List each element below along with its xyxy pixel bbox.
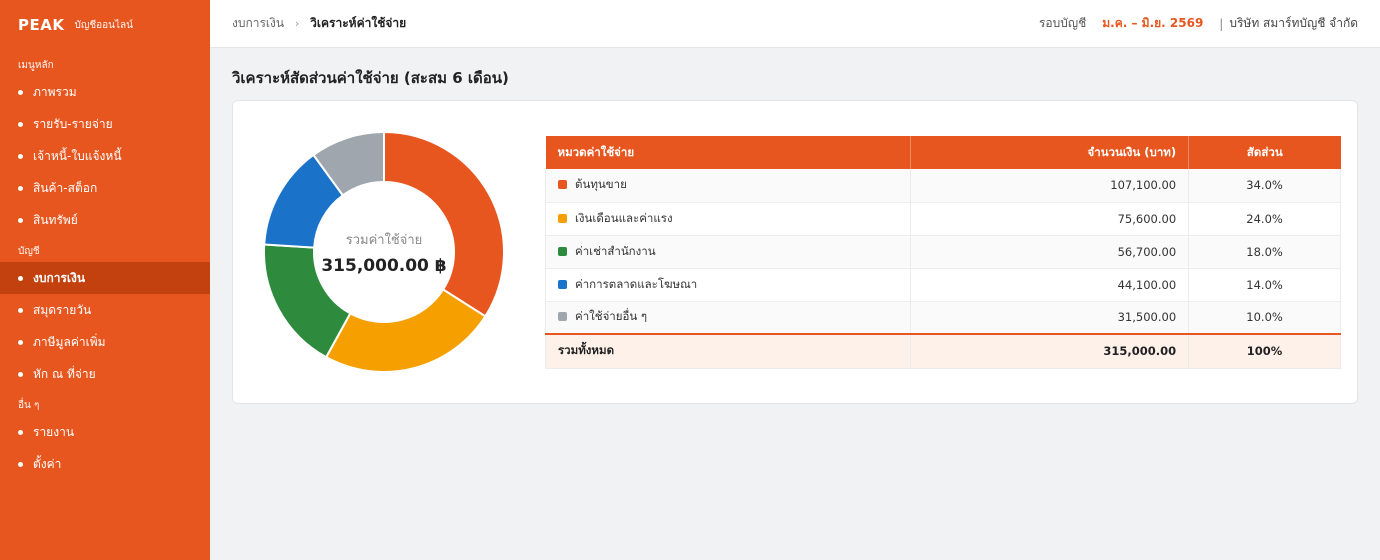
header-category: หมวดค่าใช้จ่าย (545, 136, 912, 169)
cell-category: ค่าใช้จ่ายอื่น ๆ (544, 301, 912, 335)
bullet-icon (18, 185, 23, 191)
cell-category: เงินเดือนและค่าแรง (544, 202, 912, 236)
table-row: ค่าการตลาดและโฆษณา 44,100.00 14.0% (544, 268, 1341, 302)
sidebar-item-vat[interactable]: ภาษีมูลค่าเพิ่ม (0, 326, 210, 358)
table-header-row: หมวดค่าใช้จ่าย จำนวนเงิน (บาท) สัดส่วน (545, 136, 1341, 169)
category-label: ค่าเช่าสำนักงาน (575, 243, 656, 258)
cell-amount: 44,100.00 (910, 268, 1190, 302)
sidebar-item-label: เจ้าหนี้-ใบแจ้งหนี้ (33, 148, 122, 163)
period-selector[interactable]: ม.ค. – มิ.ย. 2569 (1102, 14, 1203, 33)
brand[interactable]: PEAK บัญชีออนไลน์ (0, 0, 210, 50)
breadcrumb-separator-icon: › (294, 17, 300, 30)
sidebar-item-overview[interactable]: ภาพรวม (0, 76, 210, 108)
top-bar: งบการเงิน › วิเคราะห์ค่าใช้จ่าย รอบบัญชี… (210, 0, 1380, 48)
legend-swatch (558, 180, 567, 190)
bullet-icon (18, 153, 23, 159)
sidebar-item-label: งบการเงิน (33, 270, 86, 285)
sidebar-item-reports[interactable]: รายงาน (0, 416, 210, 448)
category-label: ต้นทุนขาย (575, 177, 627, 192)
cell-share: 10.0% (1188, 301, 1341, 335)
sidebar-item-debtors-invoices[interactable]: เจ้าหนี้-ใบแจ้งหนี้ (0, 140, 210, 172)
cell-amount: 75,600.00 (910, 202, 1190, 236)
cell-amount: 56,700.00 (910, 235, 1190, 269)
table-row: ค่าเช่าสำนักงาน 56,700.00 18.0% (544, 235, 1341, 269)
cell-share: 18.0% (1188, 235, 1341, 269)
sidebar-item-financial-statements[interactable]: งบการเงิน (0, 262, 210, 294)
breadcrumb: งบการเงิน › วิเคราะห์ค่าใช้จ่าย (232, 14, 406, 33)
donut-slice[interactable] (383, 131, 505, 318)
sidebar-item-label: สินค้า-สต็อก (33, 180, 98, 195)
total-share: 100% (1188, 333, 1341, 369)
breadcrumb-current: วิเคราะห์ค่าใช้จ่าย (310, 16, 407, 30)
sidebar-item-label: ภาษีมูลค่าเพิ่ม (33, 334, 106, 349)
category-label: เงินเดือนและค่าแรง (575, 210, 673, 225)
sidebar-item-label: หัก ณ ที่จ่าย (33, 366, 96, 381)
sidebar-item-label: สมุดรายวัน (33, 302, 92, 317)
donut-chart-svg (263, 131, 505, 373)
sidebar-section-label: อื่น ๆ (18, 400, 40, 411)
page-title: วิเคราะห์สัดส่วนค่าใช้จ่าย (สะสม 6 เดือน… (232, 69, 509, 87)
sidebar-nav: เมนูหลักภาพรวมรายรับ-รายจ่ายเจ้าหนี้-ใบแ… (0, 56, 210, 480)
cell-amount: 107,100.00 (910, 169, 1190, 203)
breadcrumb-parent[interactable]: งบการเงิน (232, 16, 284, 30)
sidebar-section-label: บัญชี (18, 246, 40, 257)
table-row: ต้นทุนขาย 107,100.00 34.0% (544, 169, 1341, 203)
bullet-icon (18, 217, 23, 223)
bullet-icon (18, 307, 23, 313)
bullet-icon (18, 429, 23, 435)
bullet-icon (18, 371, 23, 377)
sidebar: PEAK บัญชีออนไลน์ เมนูหลักภาพรวมรายรับ-ร… (0, 0, 210, 560)
table-row: ค่าใช้จ่ายอื่น ๆ 31,500.00 10.0% (544, 301, 1341, 335)
company-name[interactable]: บริษัท สมาร์ทบัญชี จำกัด (1229, 14, 1358, 33)
cell-category: ค่าการตลาดและโฆษณา (544, 268, 912, 302)
cell-category: ต้นทุนขาย (544, 169, 912, 203)
category-label: ค่าการตลาดและโฆษณา (575, 276, 698, 291)
bullet-icon (18, 121, 23, 127)
bullet-icon (18, 89, 23, 95)
sidebar-item-journal[interactable]: สมุดรายวัน (0, 294, 210, 326)
donut-slice[interactable] (324, 288, 487, 373)
cell-share: 24.0% (1188, 202, 1341, 236)
sidebar-item-withholding-tax[interactable]: หัก ณ ที่จ่าย (0, 358, 210, 390)
cell-share: 34.0% (1188, 169, 1341, 203)
sidebar-item-income-expense[interactable]: รายรับ-รายจ่าย (0, 108, 210, 140)
sidebar-item-label: รายงาน (33, 424, 75, 439)
sidebar-item-label: ตั้งค่า (33, 456, 62, 471)
cell-category: ค่าเช่าสำนักงาน (544, 235, 912, 269)
sidebar-item-assets[interactable]: สินทรัพย์ (0, 204, 210, 236)
brand-subtitle: บัญชีออนไลน์ (74, 19, 133, 31)
donut-chart: รวมค่าใช้จ่าย 315,000.00 ฿ (263, 131, 505, 373)
analysis-card: รวมค่าใช้จ่าย 315,000.00 ฿ หมวดค่าใช้จ่า… (232, 100, 1358, 404)
sidebar-item-label: สินทรัพย์ (33, 212, 78, 227)
sidebar-item-products-stock[interactable]: สินค้า-สต็อก (0, 172, 210, 204)
period-label: รอบบัญชี (1038, 16, 1087, 30)
header-info: รอบบัญชี ม.ค. – มิ.ย. 2569 | บริษัท สมาร… (1039, 14, 1358, 33)
cell-share: 14.0% (1188, 268, 1341, 302)
legend-swatch (558, 279, 567, 289)
sidebar-item-label: ภาพรวม (33, 84, 77, 99)
legend-swatch (558, 312, 567, 322)
brand-logo: PEAK (18, 16, 65, 34)
legend-swatch (558, 246, 567, 256)
sidebar-item-settings[interactable]: ตั้งค่า (0, 448, 210, 480)
legend-swatch (558, 213, 567, 223)
company-separator: | (1219, 16, 1224, 31)
bullet-icon (18, 275, 23, 281)
expense-table: หมวดค่าใช้จ่าย จำนวนเงิน (บาท) สัดส่วน ต… (544, 136, 1341, 369)
cell-amount: 31,500.00 (910, 301, 1190, 335)
bullet-icon (18, 461, 23, 467)
sidebar-item-label: รายรับ-รายจ่าย (33, 116, 113, 131)
category-label: ค่าใช้จ่ายอื่น ๆ (575, 309, 648, 324)
sidebar-section-label: เมนูหลัก (18, 60, 54, 71)
total-label: รวมทั้งหมด (544, 333, 912, 369)
header-share: สัดส่วน (1188, 136, 1341, 169)
bullet-icon (18, 339, 23, 345)
table-total-row: รวมทั้งหมด 315,000.00 100% (544, 333, 1341, 369)
header-amount: จำนวนเงิน (บาท) (910, 136, 1190, 169)
total-amount: 315,000.00 (910, 333, 1190, 369)
table-row: เงินเดือนและค่าแรง 75,600.00 24.0% (544, 202, 1341, 236)
table-body: ต้นทุนขาย 107,100.00 34.0% เงินเดือนและค่าแ… (544, 169, 1341, 335)
